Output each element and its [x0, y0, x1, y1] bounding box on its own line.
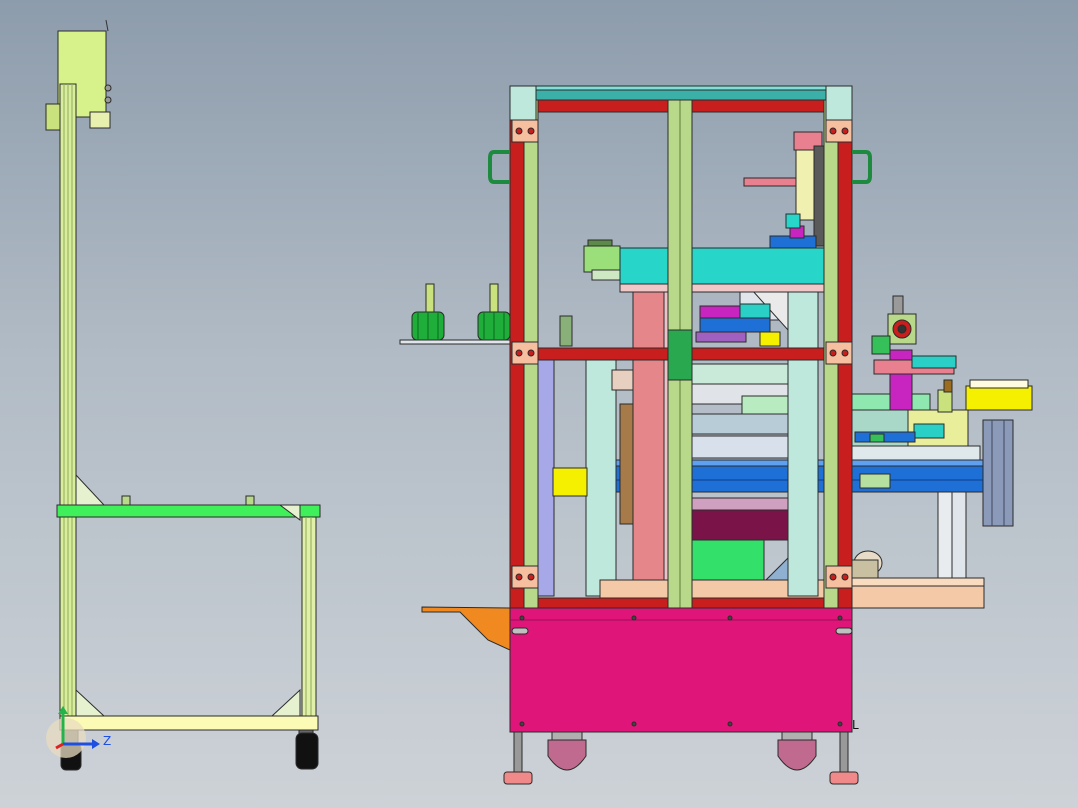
- base-cabinet: [509, 607, 853, 733]
- side-bottom-rail: [59, 715, 319, 731]
- tape-spools: [399, 283, 511, 345]
- side-caster-right: [295, 729, 319, 770]
- caster-wheel-left: [547, 731, 587, 771]
- side-table-top: [56, 504, 321, 518]
- door-handle-right[interactable]: [852, 150, 872, 184]
- interior-right-pale-column: [787, 289, 819, 597]
- cad-viewport[interactable]: Z L: [0, 0, 1078, 808]
- side-top-bracket: [45, 103, 61, 131]
- leveling-foot-right: [829, 731, 859, 785]
- side-top-clamp: [89, 111, 111, 129]
- interior-salmon-column: [632, 289, 668, 597]
- cyan-head-block: [619, 247, 827, 285]
- side-gusset-bottom: [75, 688, 106, 717]
- magenta-actuator: [889, 349, 913, 411]
- yellow-tray: [965, 385, 1033, 411]
- orange-chute: [421, 606, 511, 651]
- head-motor: [583, 245, 621, 273]
- side-view-machine: [45, 19, 321, 771]
- corner-mark-label: L: [852, 718, 859, 732]
- triad-z-label: Z: [103, 734, 111, 748]
- machine-assembly-drawing: Z L: [45, 19, 1033, 785]
- side-right-leg: [301, 516, 317, 718]
- door-handle-left[interactable]: [488, 150, 510, 184]
- caster-wheel-right: [777, 731, 817, 771]
- side-gusset-top: [75, 473, 106, 506]
- right-support-post-1: [937, 491, 953, 579]
- interior-green-box: [691, 539, 765, 581]
- interior-pale-column: [585, 359, 617, 597]
- front-view-machine: [399, 85, 1033, 785]
- right-end-upright: [982, 419, 1014, 527]
- interior-maroon-box: [691, 509, 789, 541]
- leveling-foot-left: [503, 731, 533, 785]
